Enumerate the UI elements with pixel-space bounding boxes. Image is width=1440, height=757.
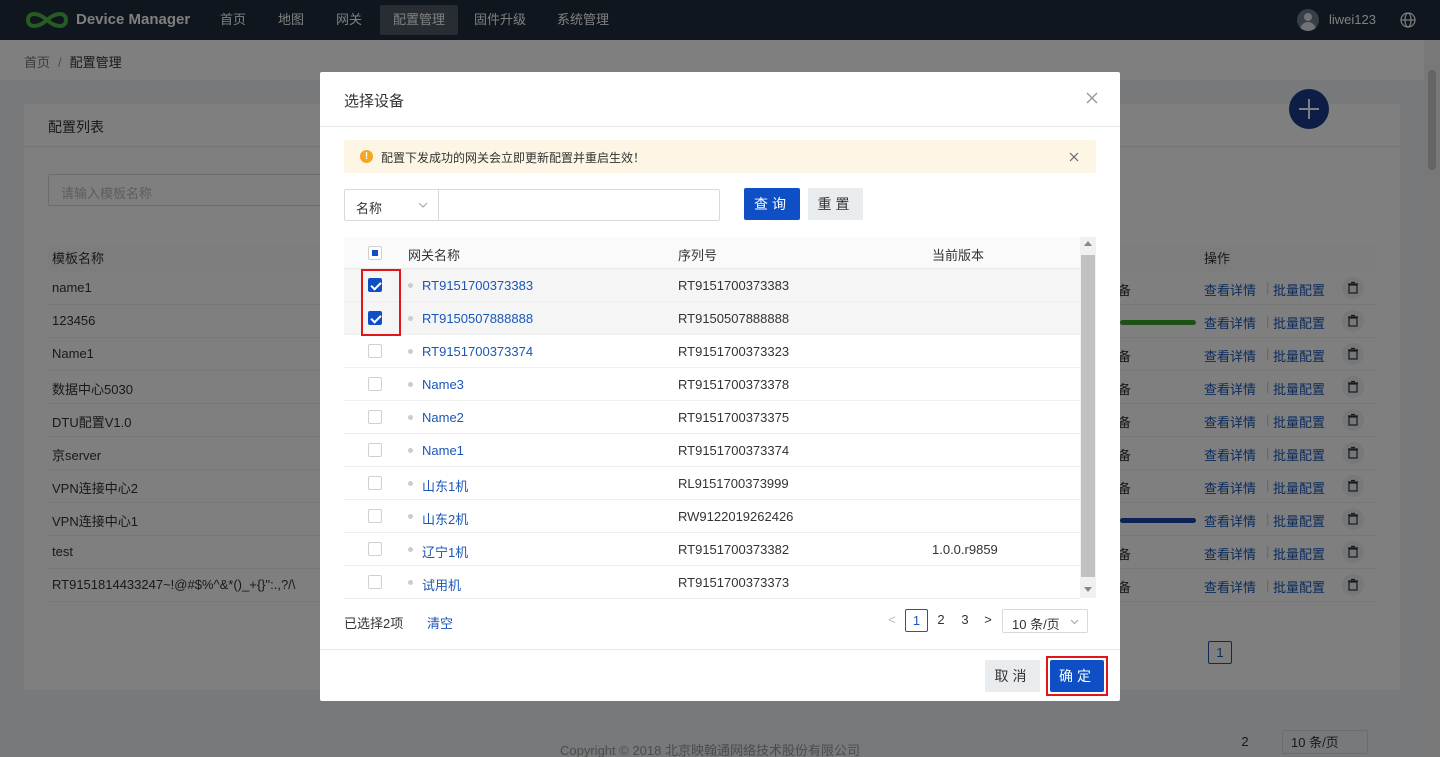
table-row[interactable]: Name1 RT9151700373374 [344,434,1080,467]
table-row[interactable]: 山东1机 RL9151700373999 [344,467,1080,500]
table-scrollbar[interactable] [1080,237,1096,598]
status-dot [408,481,413,486]
serial-number: RT9151700373375 [678,410,790,425]
table-row[interactable]: RT9151700373374 RT9151700373323 [344,335,1080,368]
table-row[interactable]: Name2 RT9151700373375 [344,401,1080,434]
chevron-down-icon [418,202,428,208]
serial-number: RL9151700373999 [678,476,789,491]
reset-button[interactable]: 重置 [808,188,863,220]
gateway-name-link[interactable]: Name3 [422,377,464,392]
scroll-up-icon[interactable] [1084,241,1092,246]
clear-selection-link[interactable]: 清空 [427,613,453,632]
warning-alert: ! 配置下发成功的网关会立即更新配置并重启生效！ [344,140,1096,173]
query-button[interactable]: 查询 [744,188,800,220]
page-prev[interactable]: < [884,609,900,632]
device-table-header: 网关名称 序列号 当前版本 [344,237,1080,269]
status-dot [408,448,413,453]
status-dot [408,382,413,387]
table-row[interactable]: 试用机 RT9151700373373 [344,566,1080,599]
gateway-name-link[interactable]: 辽宁1机 [422,542,468,561]
modal-footer-divider [320,649,1120,650]
alert-close-icon[interactable] [1069,152,1079,162]
serial-number: RT9151700373374 [678,443,790,458]
select-all-checkbox[interactable] [368,246,382,260]
gateway-name-link[interactable]: 山东2机 [422,509,468,528]
row-checkbox[interactable] [368,476,382,490]
row-checkbox[interactable] [368,542,382,556]
gateway-name-link[interactable]: RT9151700373374 [422,344,533,359]
firmware-version: 1.0.0.r9859 [932,542,998,557]
page-2[interactable]: 2 [934,609,948,632]
modal-header-divider [320,126,1120,127]
status-dot [408,316,413,321]
column-version: 当前版本 [932,248,985,263]
serial-number: RT9150507888888 [678,311,790,326]
serial-number: RT9151700373323 [678,344,790,359]
status-dot [408,514,413,519]
gateway-name-link[interactable]: Name1 [422,443,464,458]
row-checkbox[interactable] [368,575,382,589]
cancel-button[interactable]: 取消 [985,660,1040,692]
row-checkbox[interactable] [368,443,382,457]
serial-number: RT9151700373378 [678,377,790,392]
gateway-name-link[interactable]: 试用机 [422,575,461,594]
status-dot [408,547,413,552]
table-row[interactable]: 辽宁1机 RT9151700373382 1.0.0.r9859 [344,533,1080,566]
scroll-thumb[interactable] [1081,255,1095,577]
serial-number: RT9151700373383 [678,278,790,293]
gateway-name-link[interactable]: RT9151700373383 [422,278,533,293]
close-icon[interactable] [1084,90,1100,106]
table-row[interactable]: RT9150507888888 RT9150507888888 [344,302,1080,335]
serial-number: RT9151700373373 [678,575,790,590]
page-3[interactable]: 3 [958,609,972,632]
gateway-name-link[interactable]: RT9150507888888 [422,311,533,326]
page-next[interactable]: > [981,609,995,632]
row-checkbox[interactable] [368,509,382,523]
status-dot [408,415,413,420]
column-gateway-name: 网关名称 [408,248,461,263]
page-size-select[interactable]: 10 条/页 [1002,609,1088,633]
serial-number: RT9151700373382 [678,542,790,557]
table-row[interactable]: 山东2机 RW9122019262426 [344,500,1080,533]
modal-title: 选择设备 [344,93,405,110]
gateway-name-link[interactable]: Name2 [422,410,464,425]
table-row[interactable]: Name3 RT9151700373378 [344,368,1080,401]
table-row[interactable]: RT9151700373383 RT9151700373383 [344,269,1080,302]
row-checkbox[interactable] [368,410,382,424]
field-select-value: 名称 [356,201,383,216]
select-device-modal: 选择设备 ! 配置下发成功的网关会立即更新配置并重启生效！ 名称 查询 重置 网… [320,72,1120,701]
gateway-name-link[interactable]: 山东1机 [422,476,468,495]
row-checkbox[interactable] [368,344,382,358]
field-select[interactable]: 名称 [344,189,439,221]
serial-number: RW9122019262426 [678,509,794,524]
page-1[interactable]: 1 [905,609,928,632]
highlight-confirm [1046,656,1108,696]
page-size-value: 10 条/页 [1012,617,1060,632]
alert-text: 配置下发成功的网关会立即更新配置并重启生效！ [381,151,646,165]
selected-count: 已选择2项 [344,616,404,631]
column-serial: 序列号 [678,248,718,263]
status-dot [408,349,413,354]
row-checkbox[interactable] [368,377,382,391]
scroll-down-icon[interactable] [1084,587,1092,592]
status-dot [408,283,413,288]
search-input[interactable] [439,189,720,221]
warning-icon: ! [360,150,373,163]
highlight-checkboxes [361,269,401,336]
status-dot [408,580,413,585]
chevron-down-icon [1070,619,1079,625]
